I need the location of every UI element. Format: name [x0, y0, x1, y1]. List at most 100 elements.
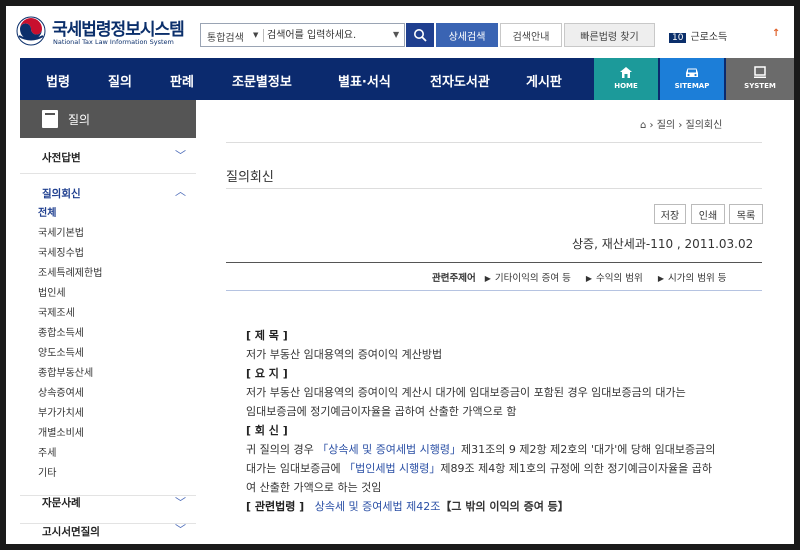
monitor-icon [754, 66, 766, 78]
reply-label: [ 회 신 ] [246, 424, 288, 437]
rank-number: 10 [669, 33, 687, 43]
quick-law-button[interactable]: 빠른법령 찾기 [564, 23, 655, 47]
nav-article-info[interactable]: 조문별정보 [232, 71, 292, 90]
divider [226, 262, 762, 263]
home-crumb-icon[interactable]: ⌂ [640, 120, 646, 131]
taegeuk-logo-icon [16, 16, 46, 46]
subject-label: [ 제 목 ] [246, 329, 288, 342]
advanced-search-button[interactable]: 상세검색 [436, 23, 498, 47]
triangle-right-icon: ▶ [585, 274, 593, 283]
sidebar-item-all[interactable]: 전체 [38, 204, 56, 219]
topic-link[interactable]: 기타이익의 증여 등 [495, 273, 571, 284]
sidebar-item-international-tax[interactable]: 국제조세 [38, 304, 75, 319]
system-button[interactable]: SYSTEM [726, 58, 794, 100]
document-icon [42, 110, 58, 128]
search-guide-button[interactable]: 검색안내 [500, 23, 562, 47]
logo-title: 국세법령정보시스템 [52, 20, 185, 40]
chevron-up-icon: ︿ [175, 185, 186, 198]
nav-e-library[interactable]: 전자도서관 [430, 71, 490, 90]
search-scope-select[interactable]: 통합검색 [207, 29, 244, 44]
sidebar-item-vat[interactable]: 부가가치세 [38, 404, 84, 419]
car-icon [686, 68, 698, 77]
summary-line: 임대보증금에 정기예금이자율을 곱하여 산출한 가액으로 함 [246, 405, 517, 418]
related-law-line: [ 관련법령 ] 상속세 및 증여세법 제42조【그 밖의 이익의 증여 등】 [246, 497, 756, 516]
site-logo[interactable]: 국세법령정보시스템 National Tax Law Information S… [16, 14, 191, 52]
subject-text: 저가 부동산 임대용역의 증여이익 계산방법 [246, 348, 443, 361]
sidebar: 질의 사전답변 ﹀ 질의회신 ︿ 전체 국세기본법 국세징수법 조세특례제한법 … [20, 100, 196, 544]
sidebar-item-capital-gains[interactable]: 양도소득세 [38, 344, 84, 359]
sidebar-item-liquor[interactable]: 주세 [38, 444, 56, 459]
main-content: ⌂ › 질의 › 질의회신 질의회신 저장 인쇄 목록 상증, 재산세과-110… [206, 100, 794, 544]
nav-inquiry[interactable]: 질의 [108, 71, 132, 90]
system-label: SYSTEM [744, 82, 776, 90]
chevron-down-icon: ﹀ [175, 149, 186, 162]
summary-label: [ 요 지 ] [246, 367, 288, 380]
chevron-down-icon: ﹀ [175, 496, 186, 509]
divider [226, 142, 762, 143]
list-button[interactable]: 목록 [729, 204, 763, 224]
top-bar: 국세법령정보시스템 National Tax Law Information S… [6, 6, 794, 58]
reply-line: 귀 질의의 경우 「상속세 및 증여세법 시행령」제31조의 9 제2항 제2호… [246, 440, 756, 459]
breadcrumb: ⌂ › 질의 › 질의회신 [640, 116, 722, 131]
breadcrumb-inquiry-reply[interactable]: 질의회신 [686, 120, 723, 131]
law-link[interactable]: 「법인세법 시행령」 [344, 462, 440, 475]
sidebar-header: 질의 [20, 100, 196, 138]
law-link[interactable]: 「상속세 및 증여세법 시행령」 [317, 443, 461, 456]
section-title: 사전답변 [42, 152, 81, 164]
nav-board[interactable]: 게시판 [526, 71, 562, 90]
reply-line: 여 산출한 가액으로 하는 것임 [246, 481, 382, 494]
topics-label: 관련주제어 [432, 273, 476, 284]
sidebar-item-special-tax[interactable]: 조세특례제한법 [38, 264, 102, 279]
search-divider [263, 29, 264, 42]
chevron-down-icon: ﹀ [175, 523, 186, 536]
sidebar-item-collection-act[interactable]: 국세징수법 [38, 244, 84, 259]
home-label: HOME [614, 82, 638, 90]
search-dropdown-icon[interactable]: ▼ [393, 30, 399, 39]
sidebar-section-advance-ruling[interactable]: 사전답변 ﹀ [20, 138, 196, 174]
reply-text: 제89조 제4항 제1호의 규정에 의한 정기예금이자율을 곱하 [440, 462, 713, 475]
sitemap-button[interactable]: SITEMAP [660, 58, 724, 100]
search-box: 통합검색 ▼ ▼ [200, 23, 405, 47]
related-law-link[interactable]: 상속세 및 증여세법 제42조 [315, 500, 441, 513]
save-button[interactable]: 저장 [654, 204, 686, 224]
search-icon [414, 29, 427, 42]
document-body: [ 제 목 ] 저가 부동산 임대용역의 증여이익 계산방법 [ 요 지 ] 저… [246, 326, 756, 516]
sidebar-title: 질의 [68, 113, 91, 127]
sidebar-section-inquiry-reply[interactable]: 질의회신 ︿ 전체 국세기본법 국세징수법 조세특례제한법 법인세 국제조세 종… [20, 174, 196, 496]
search-button[interactable] [406, 23, 434, 47]
section-title: 고시서면질의 [42, 526, 100, 538]
nav-precedent[interactable]: 판례 [170, 71, 194, 90]
related-topics: 관련주제어 ▶ 기타이익의 증여 등 ▶ 수익의 범위 ▶ 시가의 범위 등 [432, 270, 726, 284]
home-button[interactable]: HOME [594, 58, 658, 100]
sidebar-item-excise[interactable]: 개별소비세 [38, 424, 84, 439]
nav-forms[interactable]: 별표·서식 [338, 71, 391, 90]
breadcrumb-inquiry[interactable]: 질의 [657, 120, 675, 131]
sidebar-item-corporate-tax[interactable]: 법인세 [38, 284, 66, 299]
sitemap-label: SITEMAP [674, 82, 710, 90]
topic-link[interactable]: 시가의 범위 등 [668, 273, 726, 284]
related-law-title: 【그 밖의 이익의 증여 등】 [440, 500, 569, 513]
scope-caret-icon[interactable]: ▼ [253, 31, 258, 39]
sidebar-item-inheritance-gift[interactable]: 상속증여세 [38, 384, 84, 399]
summary-line: 저가 부동산 임대용역의 증여이익 계산시 대가에 임대보증금이 포함된 경우 … [246, 386, 686, 399]
home-icon [620, 67, 632, 78]
sidebar-item-income-tax[interactable]: 종합소득세 [38, 324, 84, 339]
crumb-arrow-icon: › [678, 120, 683, 131]
nav-law[interactable]: 법령 [46, 71, 70, 90]
sidebar-item-other[interactable]: 기타 [38, 464, 56, 479]
main-nav: 법령 질의 판례 조문별정보 별표·서식 전자도서관 게시판 HOME SITE… [20, 58, 794, 100]
sidebar-section-written-inquiry[interactable]: 고시서면질의 ﹀ [20, 520, 196, 544]
reply-line: 대가는 임대보증금에 「법인세법 시행령」제89조 제4항 제1호의 규정에 의… [246, 459, 756, 478]
reply-text: 대가는 임대보증금에 [246, 462, 345, 475]
popular-keyword[interactable]: 10 근로소득 [669, 28, 727, 43]
reply-text: 제31조의 9 제2항 제2호의 '대가'에 당해 임대보증금의 [461, 443, 716, 456]
sidebar-item-basic-act[interactable]: 국세기본법 [38, 224, 84, 239]
browser-page: 국세법령정보시스템 National Tax Law Information S… [6, 6, 794, 544]
print-button[interactable]: 인쇄 [691, 204, 725, 224]
topic-link[interactable]: 수익의 범위 [596, 273, 643, 284]
rank-keyword: 근로소득 [690, 32, 728, 43]
sidebar-item-property-tax[interactable]: 종합부동산세 [38, 364, 93, 379]
search-input[interactable] [267, 27, 387, 44]
document-reference: 상증, 재산세과-110 , 2011.03.02 [572, 237, 754, 251]
triangle-right-icon: ▶ [484, 274, 491, 283]
